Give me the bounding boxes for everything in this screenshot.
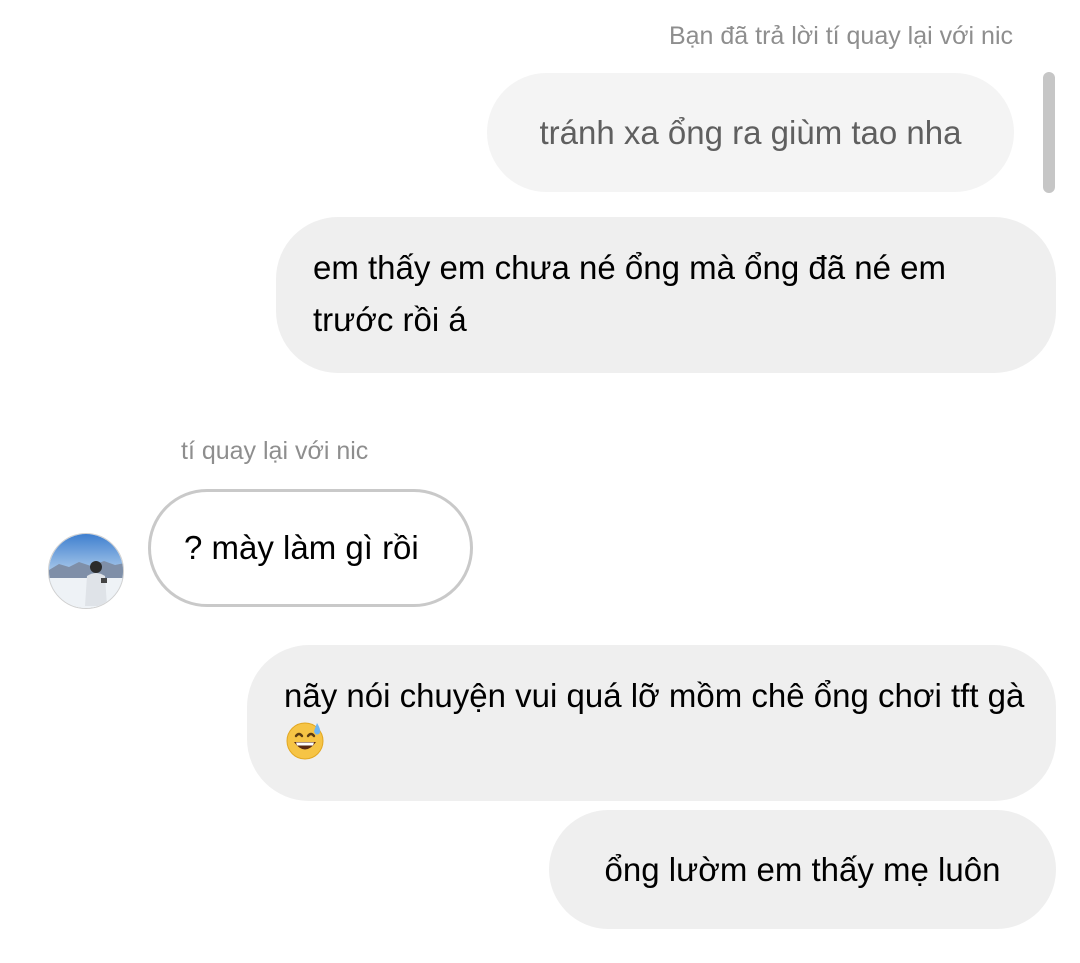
grinning-face-with-sweat-icon — [284, 719, 326, 776]
sender-name: tí quay lại với nic — [181, 437, 369, 465]
reply-context-label: Bạn đã trả lời tí quay lại với nic — [668, 22, 1013, 50]
quoted-message-bubble[interactable]: tránh xa ổng ra giùm tao nha — [487, 73, 1014, 192]
outgoing-message-bubble[interactable]: ổng lườm em thấy mẹ luôn — [549, 810, 1056, 929]
message-text: ? mày làm gì rồi — [184, 529, 419, 566]
contact-avatar[interactable] — [48, 533, 124, 609]
message-text: nãy nói chuyện vui quá lỡ mồm chê ổng ch… — [284, 677, 1025, 714]
quoted-message-text: tránh xa ổng ra giùm tao nha — [539, 113, 962, 151]
outgoing-message-bubble[interactable]: nãy nói chuyện vui quá lỡ mồm chê ổng ch… — [247, 645, 1056, 801]
outgoing-message-bubble[interactable]: em thấy em chưa né ổng mà ổng đã né em t… — [276, 217, 1056, 373]
incoming-message-bubble[interactable]: ? mày làm gì rồi — [148, 489, 473, 607]
contact-avatar-photo — [49, 534, 123, 608]
message-text: em thấy em chưa né ổng mà ổng đã né em t… — [313, 249, 946, 338]
scrollbar-thumb[interactable] — [1043, 72, 1055, 193]
message-text: ổng lườm em thấy mẹ luôn — [604, 850, 1001, 888]
